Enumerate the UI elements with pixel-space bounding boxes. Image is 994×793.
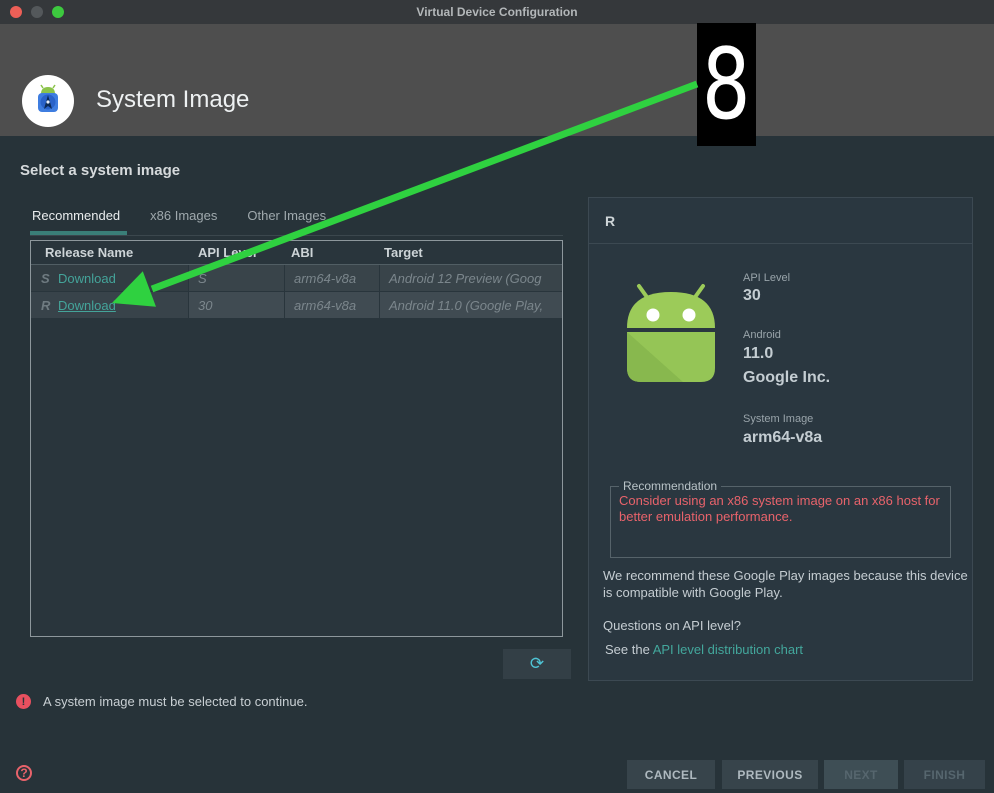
tab-other-images[interactable]: Other Images <box>247 208 326 223</box>
target-cell[interactable]: Android 12 Preview (Goog <box>380 265 562 291</box>
android-robot-icon <box>623 282 719 391</box>
api-level-cell[interactable]: 30 <box>189 292 284 318</box>
error-icon: ! <box>16 694 31 709</box>
window-title: Virtual Device Configuration <box>416 5 577 19</box>
validation-error: ! A system image must be selected to con… <box>16 694 307 709</box>
api-level-cell[interactable]: S <box>189 265 284 291</box>
vendor-value: Google Inc. <box>743 369 830 387</box>
next-button: NEXT <box>824 760 898 789</box>
recommendation-legend: Recommendation <box>619 479 721 493</box>
column-header-abi[interactable]: ABI <box>283 245 377 260</box>
annotation-step-number: 8 <box>697 23 756 146</box>
table-row-r[interactable]: R Download 30 arm64-v8a Android 11.0 (Go… <box>31 292 562 318</box>
window-controls <box>10 6 64 18</box>
annotation-number-label: 8 <box>702 36 751 134</box>
cancel-button[interactable]: CANCEL <box>627 760 715 789</box>
release-name-cell[interactable]: S Download <box>31 265 188 291</box>
zoom-window-button[interactable] <box>52 6 64 18</box>
release-marker: R <box>31 298 58 313</box>
see-the-text: See the <box>605 642 653 657</box>
api-level-label: API Level <box>743 272 790 284</box>
abi-cell[interactable]: arm64-v8a <box>285 292 379 318</box>
refresh-button[interactable]: ⟳ <box>503 649 571 679</box>
minimize-window-button <box>31 6 43 18</box>
previous-button[interactable]: PREVIOUS <box>722 760 818 789</box>
details-title: R <box>589 198 972 244</box>
finish-button: FINISH <box>904 760 985 789</box>
api-distribution-chart-link[interactable]: API level distribution chart <box>653 642 803 657</box>
android-studio-logo-icon <box>22 75 74 127</box>
details-panel: R API Level 30 Android 11.0 Google Inc. … <box>588 197 973 681</box>
android-version-value: 11.0 <box>743 345 773 363</box>
system-image-value: arm64-v8a <box>743 429 822 447</box>
column-header-release-name[interactable]: Release Name <box>31 245 188 260</box>
help-button[interactable]: ? <box>16 765 32 781</box>
image-tabs: Recommended x86 Images Other Images <box>32 208 326 223</box>
refresh-icon: ⟳ <box>530 654 544 674</box>
target-cell[interactable]: Android 11.0 (Google Play, <box>380 292 562 318</box>
system-image-table[interactable]: Release Name API Level ABI Target S Down… <box>30 240 563 637</box>
download-link-s[interactable]: Download <box>58 271 116 286</box>
column-header-api-level[interactable]: API Level <box>188 245 283 260</box>
help-icon: ? <box>20 766 27 780</box>
recommendation-text: Consider using an x86 system image on an… <box>619 493 942 526</box>
api-question-text: Questions on API level? <box>603 618 741 633</box>
wizard-header: System Image <box>0 24 994 136</box>
tab-x86-images[interactable]: x86 Images <box>150 208 217 223</box>
see-the-line: See the API level distribution chart <box>605 642 803 657</box>
download-link-r[interactable]: Download <box>58 298 116 313</box>
virtual-device-configuration-dialog: Virtual Device Configuration System Imag… <box>0 0 994 793</box>
section-title: Select a system image <box>20 162 180 179</box>
google-play-note: We recommend these Google Play images be… <box>603 568 979 602</box>
column-header-target[interactable]: Target <box>377 245 562 260</box>
table-header-row: Release Name API Level ABI Target <box>31 241 562 265</box>
recommendation-box: Recommendation Consider using an x86 sys… <box>610 486 951 558</box>
tab-divider <box>30 235 563 236</box>
release-marker: S <box>31 271 58 286</box>
release-name-cell[interactable]: R Download <box>31 292 188 318</box>
titlebar: Virtual Device Configuration <box>0 0 994 24</box>
api-level-value: 30 <box>743 287 761 305</box>
android-label: Android <box>743 329 781 341</box>
close-window-button[interactable] <box>10 6 22 18</box>
tab-recommended[interactable]: Recommended <box>32 208 120 223</box>
abi-cell[interactable]: arm64-v8a <box>285 265 379 291</box>
table-row-s[interactable]: S Download S arm64-v8a Android 12 Previe… <box>31 265 562 291</box>
error-message: A system image must be selected to conti… <box>43 694 307 709</box>
page-title: System Image <box>96 86 249 114</box>
system-image-label: System Image <box>743 413 813 425</box>
